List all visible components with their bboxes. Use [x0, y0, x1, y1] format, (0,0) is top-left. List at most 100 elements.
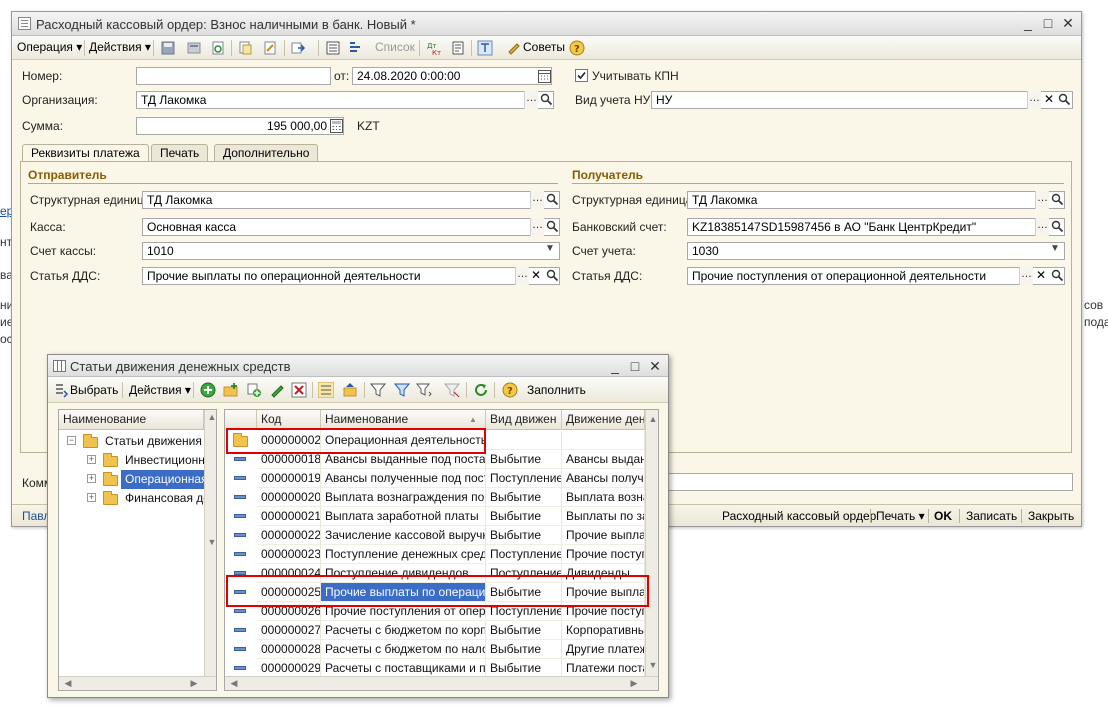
edit-doc-icon[interactable] — [262, 40, 278, 56]
tree-item-operating[interactable]: Операционная д — [121, 470, 205, 489]
kpn-checkbox[interactable] — [575, 69, 588, 82]
add-folder-icon[interactable] — [223, 382, 239, 398]
table-row[interactable]: 000000028 Расчеты с бюджетом по нало... Вы… — [225, 640, 645, 659]
scroll-down-icon[interactable]: ▼ — [646, 660, 658, 670]
tree-horizontal-scrollbar[interactable]: ◀ ▶ — [59, 676, 216, 690]
actions-menu[interactable]: Действия ▾ — [89, 40, 151, 54]
refresh-icon[interactable] — [473, 382, 489, 398]
movement-column-header[interactable]: Движение дене — [562, 410, 645, 430]
expand-icon[interactable]: + — [87, 493, 96, 502]
table-row[interactable]: 000000019 Авансы полученные под пост... По… — [225, 469, 645, 488]
receiver-dds-select[interactable]: … — [1019, 267, 1033, 285]
chevron-down-icon[interactable]: ▼ — [545, 243, 555, 254]
code-column-header[interactable]: Код — [257, 410, 321, 430]
tab-additional[interactable]: Дополнительно — [214, 144, 319, 162]
bank-account-select[interactable]: … — [1035, 218, 1049, 236]
copy-icon[interactable] — [246, 382, 262, 398]
name-column-header[interactable]: Наименование — [321, 410, 486, 430]
sender-dds-field[interactable]: Прочие выплаты по операционной деятельно… — [142, 267, 560, 285]
sender-unit-field[interactable]: ТД Лакомка — [142, 191, 560, 209]
help-icon[interactable]: ? — [502, 382, 518, 398]
minimize-button[interactable]: _ — [1019, 15, 1037, 32]
delete-icon[interactable] — [291, 382, 307, 398]
operation-menu[interactable]: Операция ▾ — [17, 40, 82, 54]
collapse-icon[interactable]: − — [67, 436, 76, 445]
title-bar[interactable]: Расходный кассовый ордер: Взнос наличным… — [12, 12, 1081, 36]
cash-account-field[interactable]: 1010 — [142, 242, 560, 260]
refresh-doc-icon[interactable] — [210, 40, 226, 56]
table-row[interactable]: 000000027 Расчеты с бюджетом по корп... Вы… — [225, 621, 645, 640]
calculator-icon[interactable] — [330, 119, 343, 133]
print-menu[interactable]: Печать ▾ — [876, 509, 925, 523]
table-row[interactable]: 000000021 Выплата заработной платы Выбытие… — [225, 507, 645, 526]
scroll-left-icon[interactable]: ◀ — [61, 678, 75, 689]
scroll-left-icon[interactable]: ◀ — [227, 678, 241, 689]
filter-list-icon[interactable] — [416, 382, 432, 398]
go-to-icon[interactable] — [290, 40, 306, 56]
search-icon[interactable] — [1051, 269, 1064, 282]
bank-account-field[interactable]: KZ18385147SD15987456 в АО "Банк ЦентрКре… — [687, 218, 1065, 236]
scroll-up-icon[interactable]: ▲ — [205, 412, 216, 422]
cash-select[interactable]: … — [530, 218, 544, 236]
calendar-icon[interactable] — [538, 69, 551, 83]
scroll-down-icon[interactable]: ▼ — [205, 537, 216, 547]
search-icon[interactable] — [1058, 93, 1071, 106]
cash-order-print-button[interactable]: Расходный кассовый ордер — [722, 509, 876, 523]
expand-icon[interactable]: + — [87, 455, 96, 464]
dialog-title-bar[interactable]: Статьи движения денежных средств _ □ ✕ — [48, 355, 668, 377]
date-field[interactable]: 24.08.2020 0:00:00 — [352, 67, 552, 85]
chevron-down-icon[interactable]: ▼ — [1050, 243, 1060, 254]
scroll-right-icon[interactable]: ▶ — [187, 678, 201, 689]
number-field[interactable] — [136, 67, 331, 85]
clear-icon[interactable]: ✕ — [531, 268, 541, 282]
filter-icon[interactable] — [370, 382, 386, 398]
expand-icon[interactable]: + — [87, 474, 96, 483]
level-up-icon[interactable] — [342, 382, 358, 398]
table-horizontal-scrollbar[interactable]: ◀ ▶ — [225, 676, 658, 690]
sender-dds-select[interactable]: … — [515, 267, 529, 285]
nu-select-button[interactable]: … — [1027, 91, 1041, 109]
ok-button[interactable]: OK — [934, 509, 952, 523]
help-icon[interactable]: ? — [569, 40, 585, 56]
scroll-up-icon[interactable]: ▲ — [646, 414, 658, 424]
organization-field[interactable]: ТД Лакомка — [136, 91, 554, 109]
tax-accounting-field[interactable]: НУ — [651, 91, 1073, 109]
sender-unit-select[interactable]: … — [530, 191, 544, 209]
search-icon[interactable] — [1051, 193, 1064, 206]
search-icon[interactable] — [546, 193, 559, 206]
advice-button[interactable]: Советы — [523, 40, 565, 54]
search-icon[interactable] — [546, 220, 559, 233]
list-button[interactable]: Список — [375, 40, 415, 54]
table-row[interactable]: 000000022 Зачисление кассовой выручк... Вы… — [225, 526, 645, 545]
save-button[interactable]: Записать — [966, 509, 1017, 523]
maximize-button[interactable]: □ — [626, 358, 644, 375]
copy-doc-icon[interactable] — [237, 40, 253, 56]
maximize-button[interactable]: □ — [1039, 15, 1057, 32]
tree-item-financing[interactable]: Финансовая де — [121, 489, 205, 508]
tree-root[interactable]: Статьи движения д — [101, 432, 205, 451]
tree-filter-icon[interactable] — [477, 40, 493, 56]
structure-icon[interactable] — [347, 40, 363, 56]
search-icon[interactable] — [546, 269, 559, 282]
comment-field[interactable] — [668, 473, 1073, 491]
minimize-button[interactable]: _ — [606, 358, 624, 375]
fill-button[interactable]: Заполнить — [527, 383, 586, 397]
table-row[interactable]: 000000020 Выплата вознаграждения по ... Вы… — [225, 488, 645, 507]
clear-filter-icon[interactable] — [444, 382, 460, 398]
table-vertical-scrollbar[interactable]: ▲ ▼ — [645, 410, 658, 676]
receiver-unit-select[interactable]: … — [1035, 191, 1049, 209]
select-button[interactable]: Выбрать — [70, 383, 118, 397]
hierarchy-icon[interactable] — [318, 382, 334, 398]
clear-icon[interactable]: ✕ — [1036, 268, 1046, 282]
close-window-button[interactable]: ✕ — [646, 358, 664, 375]
dialog-actions-menu[interactable]: Действия ▾ — [129, 383, 191, 397]
org-select-button[interactable]: … — [524, 91, 538, 109]
add-icon[interactable] — [200, 382, 216, 398]
tree-item-investing[interactable]: Инвестиционна — [121, 451, 205, 470]
save-icon[interactable] — [160, 40, 176, 56]
edit-icon[interactable] — [269, 382, 285, 398]
receiver-dds-field[interactable]: Прочие поступления от операционной деяте… — [687, 267, 1065, 285]
receiver-account-field[interactable]: 1030 — [687, 242, 1065, 260]
post-icon[interactable] — [186, 40, 202, 56]
table-row[interactable]: 000000023 Поступление денежных сред... Пос… — [225, 545, 645, 564]
